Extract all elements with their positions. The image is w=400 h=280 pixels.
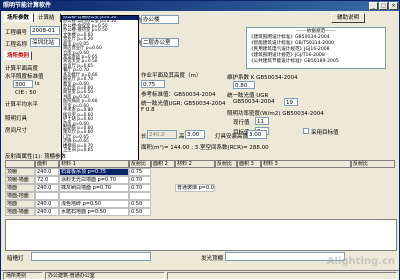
hor-illum-unit: lx <box>35 81 40 87</box>
table-cell[interactable]: 240.0 <box>35 208 59 216</box>
table-cell[interactable]: 0.75 <box>129 168 151 176</box>
status-cell-empty <box>167 272 397 280</box>
table-cell[interactable] <box>59 192 129 200</box>
table-cell[interactable]: 普通玻璃 p=0.09 <box>175 184 215 192</box>
table-cell[interactable]: 水磨石地面 p=0.50 <box>59 208 129 216</box>
status-cell-place: 办公建筑-普通办公室 <box>45 272 165 280</box>
len-field[interactable]: 240.0 <box>147 130 177 139</box>
ref-std-label: 参考标准值：GB50034-2004 <box>141 92 216 98</box>
tab-category[interactable]: 场所类别 <box>4 51 32 60</box>
table-row-label: 地面-墙面 <box>5 208 35 216</box>
urp-label: 统一眩光值UGR: GB50034-2004 <box>141 101 226 107</box>
grid-header: 反射比 <box>351 160 395 168</box>
area-field[interactable]: 办公楼 <box>141 15 179 24</box>
table-cell[interactable]: 抹灰刷白墙面 p=0.70 <box>59 184 129 192</box>
grid-header: 面积 3 <box>237 160 261 168</box>
table-cell[interactable]: 240.0 <box>35 200 59 208</box>
table-row-label: 墙面-地面 <box>5 192 35 200</box>
project-number-field[interactable]: 2008-01 <box>30 26 60 35</box>
calc-plane-label: 计算平面高度 <box>5 66 39 72</box>
table-row-label: 地面 <box>5 200 35 208</box>
fo-label: F 0.8 <box>141 107 155 113</box>
table-cell[interactable]: 240.0 <box>35 184 59 192</box>
uniformity-label: 计算平均水平 <box>5 102 39 108</box>
table-row-label: 顶棚-墙面 <box>5 176 35 184</box>
project-name-label: 工程名称 <box>5 42 28 48</box>
grid-header: 材料 1 <box>59 160 129 168</box>
table-cell[interactable]: 石膏板吊顶 p=0.75 <box>59 168 129 176</box>
hor-illum-label: 水平照度标准值 <box>5 74 44 80</box>
lpd-now-label: 现行值 <box>233 120 250 126</box>
lpd-now-field[interactable]: 11 <box>255 117 269 125</box>
tab-results[interactable]: 计算结 <box>35 13 61 22</box>
tab-params[interactable]: 场所参数 <box>4 13 34 22</box>
grid-header: 反射比 <box>129 160 151 168</box>
use-target-label: 采用目标值 <box>311 130 339 136</box>
list-item[interactable]: 卫生间 p=0.65 <box>62 148 138 153</box>
room-dim-label: 房间尺寸 <box>5 128 28 134</box>
table-cell[interactable]: 0.70 <box>129 184 151 192</box>
reference-standards-box[interactable]: ------依据规范------ 《建筑照明设计标准》GB50034-2004 … <box>246 27 386 69</box>
close-button[interactable]: × <box>389 2 398 10</box>
maint-field[interactable]: 0.80 <box>233 81 255 89</box>
room-field[interactable]: 二层办公室 <box>141 38 179 47</box>
project-name-field[interactable]: 深圳北站 <box>30 38 60 47</box>
reflection-label: 反射面属性(1): 顶棚参数 <box>5 154 66 160</box>
cie-label: CIE : 50 <box>15 90 37 96</box>
main-window: 照明节能计算软件 _ □ × 场所参数 计算结 辅助说明 工程编号 2008-0… <box>0 0 400 280</box>
app-title: 照明节能计算软件 <box>3 2 52 9</box>
table-cell[interactable] <box>35 192 59 200</box>
grid-header: 材料 2 <box>175 160 215 168</box>
reference-line: 《公共建筑节能设计标准》GB50189-2005 <box>249 59 339 64</box>
grid-header: 材料 3 <box>261 160 351 168</box>
install-label: 灯具安装高度 <box>215 134 249 140</box>
plane-height-field[interactable]: 0.75 <box>141 80 165 88</box>
grid-header <box>5 160 35 168</box>
light-ceiling-label: 发光顶棚 <box>201 256 224 262</box>
watermark-logo: Alighting.cn <box>326 256 395 267</box>
height-field[interactable]: 3.00 <box>185 130 205 139</box>
maint-label: 维护系数 K GB50034-2004 <box>227 75 298 81</box>
lpd-label: 照明功率密度(W/m2) GB50034-2004 <box>227 111 324 117</box>
status-cell-category: 场所类别 <box>3 272 43 280</box>
table-cell[interactable] <box>129 192 151 200</box>
category-dropdown[interactable]: 办公楼-普通办公室 p=0.50 办公楼-高档办公室 p=0.50 办公楼-会议… <box>61 15 139 163</box>
use-target-checkbox[interactable] <box>303 128 309 134</box>
status-bar: 场所类别 办公建筑-普通办公室 <box>1 270 399 280</box>
install-field[interactable]: 3.00 <box>247 130 267 139</box>
dark-ceiling-label: 暗槽灯 <box>7 256 24 262</box>
table-cell[interactable]: 72.0 <box>35 176 59 184</box>
table-row-label: 墙面 <box>5 184 35 192</box>
table-row-label: 顶棚 <box>5 168 35 176</box>
table-cell[interactable]: 0.50 <box>129 200 151 208</box>
lumens-label: 照明灯具 <box>5 116 28 122</box>
table-cell[interactable]: 0.70 <box>129 176 151 184</box>
grid-header: 面积 <box>35 160 59 168</box>
ugr-field[interactable]: 19 <box>284 98 298 106</box>
hor-illum-field[interactable]: 300 <box>13 80 33 88</box>
minimize-button[interactable]: _ <box>369 2 378 10</box>
ugr-label: 统一眩光值 UGR <box>227 93 269 99</box>
ugr-std-label: GB50034-2004 <box>233 99 275 105</box>
table-cell[interactable]: 浅色地砖 p=0.50 <box>59 200 129 208</box>
height-label: 高 <box>179 134 185 140</box>
len-label: 长 <box>141 134 147 140</box>
results-pane <box>5 219 397 251</box>
help-button[interactable]: 辅助说明 <box>331 13 365 23</box>
grid-header: 面积 2 <box>151 160 175 168</box>
project-number-label: 工程编号 <box>5 30 28 36</box>
table-cell[interactable]: 涂料无光白墙面 p=0.70 <box>59 176 129 184</box>
dark-ceiling-field[interactable] <box>31 252 151 261</box>
grid-header: 反射比 <box>215 160 237 168</box>
table-cell[interactable]: 240.0 <box>35 168 59 176</box>
area-summary-label: 面积(m²)= 144.00 ; 3.室空间系数(RCR)= 288.00 <box>141 145 269 151</box>
title-bar: 照明节能计算软件 <box>1 1 399 11</box>
maximize-button[interactable]: □ <box>379 2 388 10</box>
table-cell[interactable]: 0.50 <box>129 208 151 216</box>
plane-height-label: 作业平面及其高度（m） <box>141 73 202 79</box>
